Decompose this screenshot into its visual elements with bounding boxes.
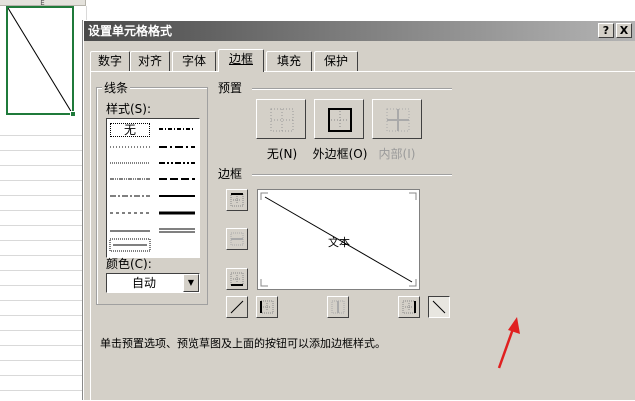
selected-cell-with-diagonal[interactable] [6, 6, 74, 115]
border-bottom-button[interactable] [226, 268, 248, 290]
border-inside-vertical-button[interactable] [327, 296, 349, 318]
grid-line [0, 270, 86, 271]
preview-sample-text: 文本 [328, 236, 350, 249]
grid-line [0, 195, 86, 196]
preset-inside-button[interactable] [372, 99, 422, 139]
diagonal-down-icon [432, 300, 446, 314]
border-inside-horizontal-button[interactable] [226, 228, 248, 250]
preset-none-icon [270, 108, 294, 132]
grid-line [0, 210, 86, 211]
line-style-list[interactable]: 无 [106, 118, 200, 258]
grid-line [0, 150, 86, 151]
tab-label: 对齐 [137, 54, 162, 68]
color-select-value: 自动 [131, 276, 156, 290]
border-diagonal-down-button[interactable] [428, 296, 450, 318]
border-top-button[interactable] [226, 189, 248, 211]
help-button[interactable]: ? [598, 23, 614, 38]
preset-outline-button[interactable] [314, 99, 364, 139]
tab-border[interactable]: 边框 [218, 49, 264, 72]
line-group-title: 线条 [102, 79, 131, 96]
preset-separator [252, 88, 452, 90]
tab-label: 数字 [97, 54, 122, 68]
close-button[interactable]: X [616, 23, 632, 38]
grid-line [0, 285, 86, 286]
grid-line [0, 240, 86, 241]
hint-text: 单击预置选项、预览草图及上面的按钮可以添加边框样式。 [100, 337, 386, 350]
grid-line [0, 345, 86, 346]
grid-line [0, 360, 86, 361]
border-bottom-icon [230, 272, 244, 286]
grid-line [0, 165, 86, 166]
preset-none-label: 无(N) [266, 147, 298, 161]
preset-none-button[interactable] [256, 99, 306, 139]
tab-number[interactable]: 数字 [90, 51, 130, 71]
tab-label: 保护 [323, 54, 348, 68]
tab-fill[interactable]: 填充 [266, 51, 312, 71]
preset-inside-label: 内部(I) [378, 147, 416, 161]
annotation-arrow-icon [497, 317, 520, 369]
tab-label: 边框 [228, 52, 253, 66]
grid-line [0, 255, 86, 256]
border-preview[interactable]: 文本 [257, 189, 420, 290]
tab-label: 字体 [181, 54, 206, 68]
preset-group-title: 预置 [216, 79, 245, 96]
border-inside-horizontal-icon [230, 232, 244, 246]
dialog-title[interactable]: 设置单元格格式 [84, 21, 635, 41]
preset-inside-icon [386, 108, 410, 132]
preset-outline-label: 外边框(O) [312, 147, 368, 161]
border-diagonal-up-button[interactable] [226, 296, 248, 318]
tab-protection[interactable]: 保护 [314, 51, 358, 71]
format-cells-dialog: 设置单元格格式 ? X 数字 对齐 字体 边框 填充 保护 线条 样式(S): … [83, 20, 635, 401]
diagonal-up-icon [230, 300, 244, 314]
line-style-samples [109, 128, 195, 252]
grid-line [0, 180, 86, 181]
border-right-button[interactable] [398, 296, 420, 318]
tab-label: 填充 [276, 54, 301, 68]
grid-line [0, 315, 86, 316]
grid-line [0, 300, 86, 301]
border-top-icon [230, 193, 244, 207]
border-group-title: 边框 [216, 165, 245, 182]
grid-line [0, 135, 86, 136]
color-label: 颜色(C): [106, 257, 152, 271]
grid-line [0, 375, 86, 376]
grid-line [0, 330, 86, 331]
dropdown-arrow-icon[interactable]: ▼ [183, 274, 199, 292]
tab-font[interactable]: 字体 [172, 51, 216, 71]
tab-alignment[interactable]: 对齐 [130, 51, 170, 71]
border-left-button[interactable] [256, 296, 278, 318]
style-label: 样式(S): [106, 102, 152, 116]
preset-outline-icon [328, 108, 352, 132]
border-left-icon [260, 300, 274, 314]
border-right-icon [402, 300, 416, 314]
grid-line [0, 225, 86, 226]
fill-handle[interactable] [70, 111, 76, 117]
border-inside-vertical-icon [331, 300, 345, 314]
grid-line [0, 390, 86, 391]
border-separator [252, 174, 452, 176]
color-select[interactable]: 自动 ▼ [106, 273, 200, 293]
